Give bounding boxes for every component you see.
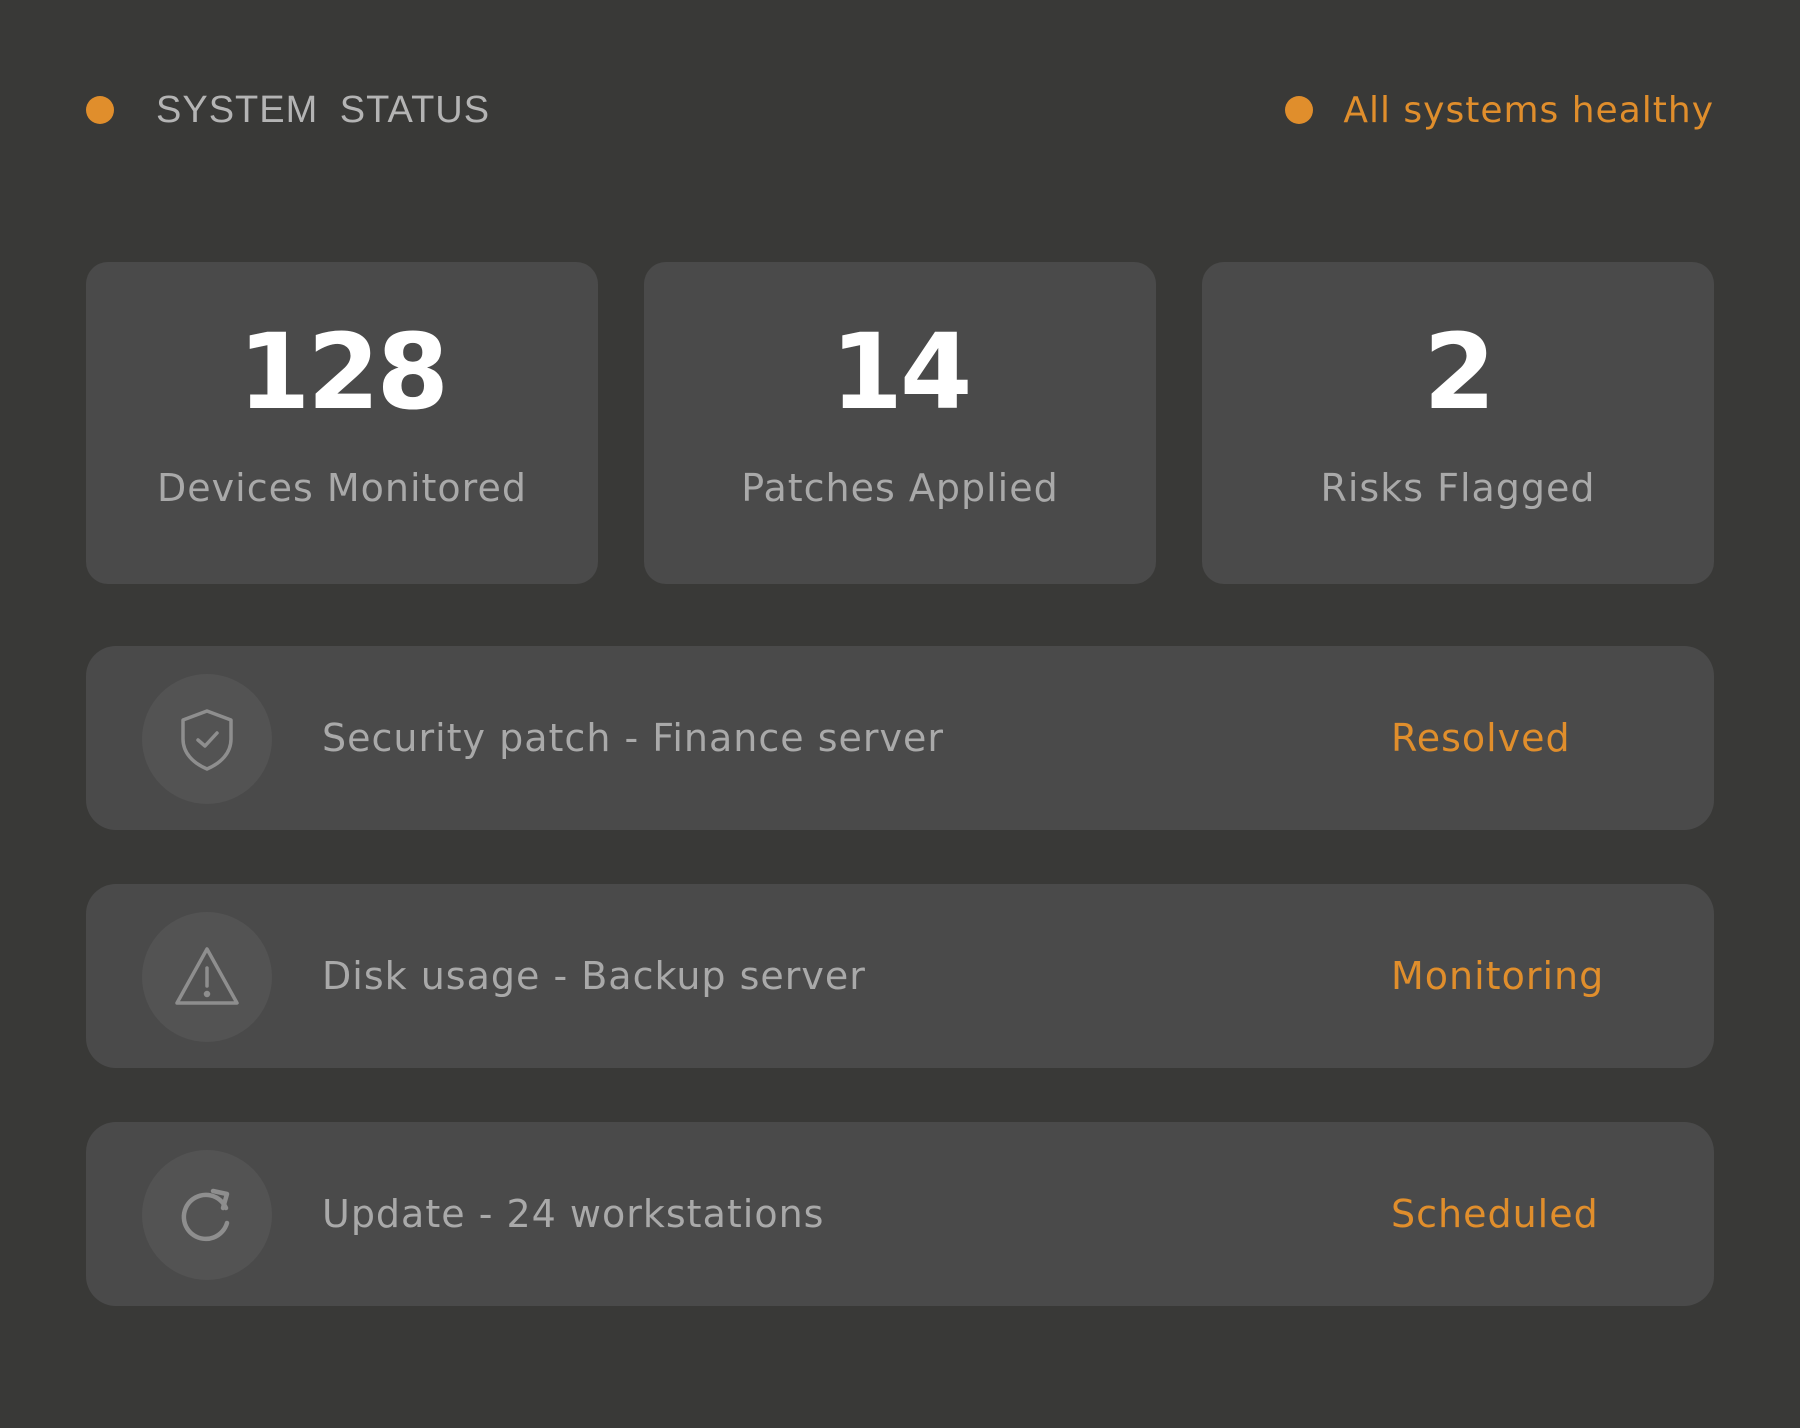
warning-icon <box>175 947 239 1005</box>
shield-check-icon <box>181 709 233 771</box>
event-label: Security patch - Finance server <box>322 716 945 760</box>
health-indicator-dot <box>1285 96 1314 124</box>
health-status-text: All systems healthy <box>1343 89 1714 131</box>
stat-label: Risks Flagged <box>1320 466 1596 510</box>
event-icon-container <box>142 912 272 1042</box>
event-row-disk-usage[interactable]: Disk usage - Backup server Monitoring <box>86 884 1714 1068</box>
event-row-security-patch[interactable]: Security patch - Finance server Resolved <box>86 646 1714 830</box>
stat-value: 128 <box>237 311 449 433</box>
header: SYSTEM STATUS All systems healthy <box>86 80 1714 140</box>
status-indicator-dot <box>86 96 114 124</box>
stats-cards: 128 Devices Monitored 14 Patches Applied… <box>86 262 1714 584</box>
event-status: Resolved <box>1391 716 1571 760</box>
event-label: Update - 24 workstations <box>322 1192 825 1236</box>
stat-label: Patches Applied <box>741 466 1059 510</box>
stat-card-patches: 14 Patches Applied <box>644 262 1156 584</box>
event-label: Disk usage - Backup server <box>322 954 866 998</box>
header-title-group: SYSTEM STATUS <box>86 89 490 132</box>
refresh-icon <box>181 1188 230 1242</box>
page-title: SYSTEM STATUS <box>156 88 491 131</box>
stat-label: Devices Monitored <box>157 466 527 510</box>
health-status: All systems healthy <box>1285 90 1714 131</box>
event-icon-container <box>142 674 272 804</box>
stat-card-risks: 2 Risks Flagged <box>1202 262 1714 584</box>
event-status: Scheduled <box>1391 1192 1599 1236</box>
event-icon-container <box>142 1150 272 1280</box>
event-row-update[interactable]: Update - 24 workstations Scheduled <box>86 1122 1714 1306</box>
stat-value: 2 <box>1423 311 1495 433</box>
stat-card-devices: 128 Devices Monitored <box>86 262 598 584</box>
stat-value: 14 <box>830 311 973 433</box>
event-status: Monitoring <box>1391 954 1605 998</box>
